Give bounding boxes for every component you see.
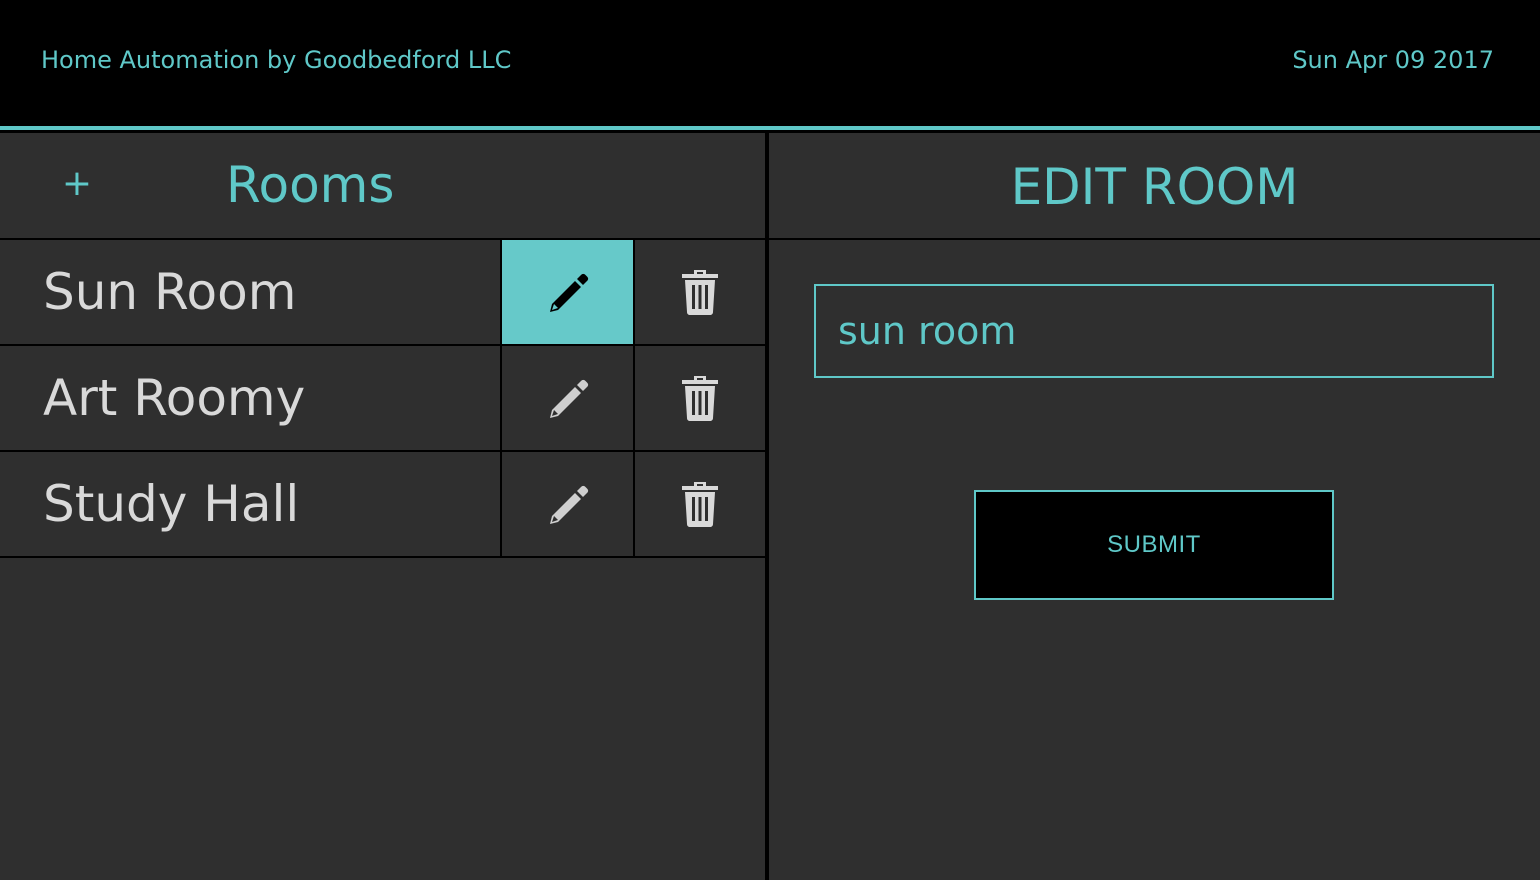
pencil-icon: [544, 374, 592, 422]
delete-room-button[interactable]: [635, 240, 765, 344]
app-title: Home Automation by Goodbedford LLC: [41, 46, 512, 74]
trash-icon: [680, 374, 720, 422]
rooms-title: Rooms: [226, 156, 395, 214]
edit-room-button[interactable]: [500, 240, 635, 344]
delete-room-button[interactable]: [635, 346, 765, 450]
rooms-panel: + Rooms Sun Room Art Roomy Study Hall: [0, 133, 767, 880]
trash-icon: [680, 480, 720, 528]
edit-room-button[interactable]: [500, 346, 635, 450]
delete-room-button[interactable]: [635, 452, 765, 556]
edit-room-header: EDIT ROOM: [769, 133, 1540, 240]
current-date: Sun Apr 09 2017: [1292, 46, 1494, 74]
room-name: Art Roomy: [43, 369, 306, 427]
pencil-icon: [544, 480, 592, 528]
room-row: Sun Room: [0, 240, 765, 346]
add-room-button[interactable]: +: [52, 159, 102, 209]
edit-room-button[interactable]: [500, 452, 635, 556]
pencil-icon: [544, 268, 592, 316]
edit-room-panel: EDIT ROOM SUBMIT: [767, 133, 1540, 880]
rooms-panel-header: + Rooms: [0, 133, 765, 240]
submit-button[interactable]: SUBMIT: [974, 490, 1334, 600]
trash-icon: [680, 268, 720, 316]
edit-room-title: EDIT ROOM: [1010, 158, 1299, 216]
room-name: Sun Room: [43, 263, 297, 321]
room-row: Study Hall: [0, 452, 765, 558]
room-name: Study Hall: [43, 475, 300, 533]
room-row: Art Roomy: [0, 346, 765, 452]
app-header: Home Automation by Goodbedford LLC Sun A…: [0, 0, 1540, 126]
room-name-input[interactable]: [814, 284, 1494, 378]
